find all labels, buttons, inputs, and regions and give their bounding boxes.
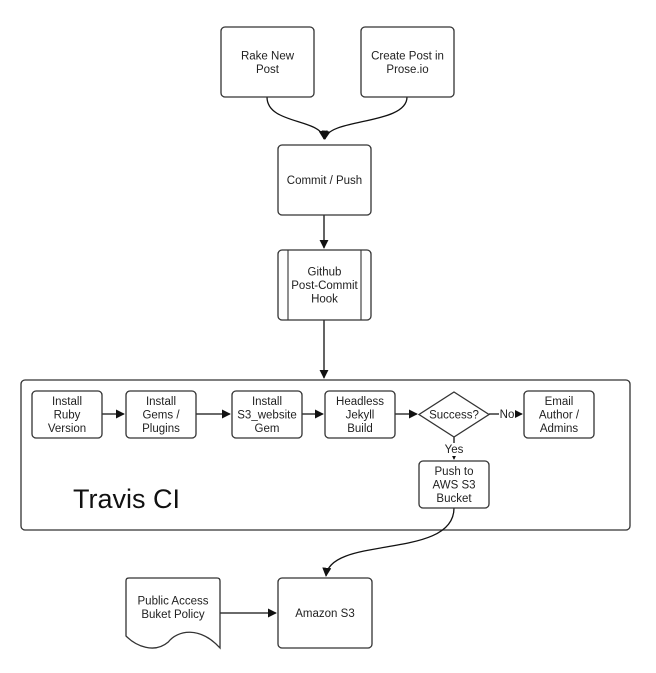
edge-label-yes: Yes (445, 444, 464, 456)
node-rake: Rake New Post (220, 26, 315, 98)
node-ruby: Install RubyVersion (31, 390, 103, 439)
node-label-line: Hook (311, 294, 338, 306)
container-title: Travis CI (73, 484, 180, 514)
node-label-line: Admins (540, 423, 579, 435)
node-label-line: Public Access (138, 595, 209, 607)
node-hook: GithubPost-Commit Hook (277, 249, 372, 321)
node-label-line: Ruby (54, 410, 81, 422)
node-label-line: Build (347, 423, 373, 435)
node-label-line: Plugins (142, 423, 180, 435)
node-prose: Create Post in Prose.io (360, 26, 455, 98)
node-commit: Commit / Push (277, 144, 372, 216)
node-label-line: Amazon S3 (295, 608, 354, 620)
node-label-line: Success? (429, 410, 479, 422)
node-label-line: AWS S3 (432, 480, 475, 492)
node-label-line: Bucket (436, 493, 472, 505)
node-label-line: Install (146, 396, 176, 408)
node-s3: Amazon S3 (277, 577, 373, 649)
node-label-line: Headless (336, 396, 384, 408)
node-label-line: Jekyll (346, 410, 375, 422)
edge-prose-commit (321, 96, 408, 140)
node-label-line: Commit / Push (287, 175, 362, 187)
edge-label-no: No (500, 409, 515, 421)
node-label-line: Author / (539, 410, 580, 422)
node-label-line: Install (52, 396, 82, 408)
node-label-line: Github (308, 267, 342, 279)
node-label-line: Install (252, 396, 282, 408)
node-label-line: Create Post in (371, 50, 444, 62)
node-jekyll: Headless JekyllBuild (324, 390, 396, 439)
node-label-line: Push to (435, 466, 474, 478)
node-push: Push to AWS S3Bucket (418, 460, 490, 509)
node-policy: Public Access Buket Policy (125, 577, 221, 650)
node-label-line: Email (545, 396, 574, 408)
node-label-line: Post-Commit (291, 280, 358, 292)
node-label-line: S3_website (237, 410, 296, 422)
node-label-line: Buket Policy (141, 609, 205, 621)
node-label-line: Post (256, 64, 280, 76)
edge-rake-commit (266, 96, 328, 140)
node-label-line: Gems / (142, 410, 180, 422)
node-s3gem: Install S3_websiteGem (231, 390, 303, 439)
node-label-line: Version (48, 423, 86, 435)
node-label-line: Prose.io (386, 64, 428, 76)
node-gems: Install Gems /Plugins (125, 390, 197, 439)
node-label-line: Rake New (241, 50, 295, 62)
node-label-line: Gem (255, 423, 280, 435)
node-email: Email Author /Admins (523, 390, 595, 439)
flowchart-canvas: Travis CI Rake New Post Create Post in Pros… (20, 26, 631, 650)
